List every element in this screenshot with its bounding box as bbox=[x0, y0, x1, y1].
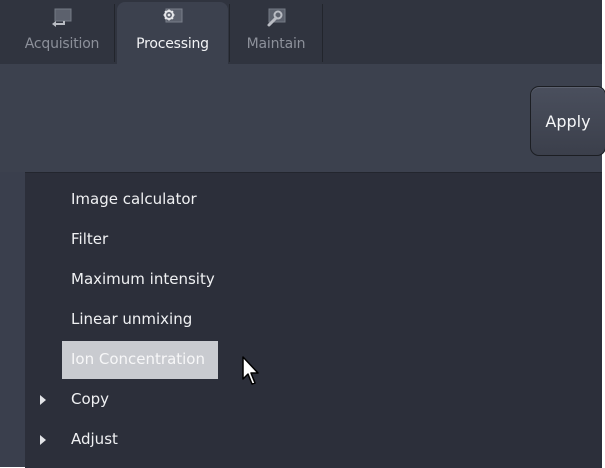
method-group-copy[interactable]: Copy bbox=[25, 381, 602, 419]
tab-divider bbox=[114, 4, 115, 62]
method-label: Linear unmixing bbox=[71, 310, 193, 328]
method-label: Adjust bbox=[71, 430, 118, 448]
gear-icon bbox=[163, 8, 182, 23]
method-maximum-intensity[interactable]: Maximum intensity bbox=[25, 261, 602, 299]
tab-maintain[interactable]: Maintain bbox=[232, 0, 320, 64]
tab-acquisition[interactable]: Acquisition bbox=[13, 0, 111, 64]
tab-label: Processing bbox=[136, 36, 209, 52]
method-linear-unmixing[interactable]: Linear unmixing bbox=[25, 301, 602, 339]
method-label: Filter bbox=[71, 230, 109, 248]
method-ion-concentration[interactable]: Ion Concentration bbox=[25, 341, 602, 379]
method-filter[interactable]: Filter bbox=[25, 221, 602, 259]
wrench-icon bbox=[267, 8, 286, 27]
method-label: Copy bbox=[71, 390, 110, 408]
method-label: Image calculator bbox=[71, 190, 197, 208]
acquisition-icon bbox=[52, 8, 72, 27]
tab-divider bbox=[322, 4, 323, 62]
expand-arrow-icon[interactable] bbox=[40, 435, 46, 445]
tab-processing[interactable]: Processing bbox=[117, 2, 228, 67]
apply-button[interactable]: Apply bbox=[530, 86, 605, 156]
method-list: Image calculator Filter Maximum intensit… bbox=[25, 172, 602, 468]
processing-toolbar: Apply bbox=[0, 64, 605, 172]
method-image-calculator[interactable]: Image calculator bbox=[25, 181, 602, 219]
mouse-pointer-icon bbox=[242, 356, 259, 385]
expand-arrow-icon[interactable] bbox=[40, 395, 46, 405]
processing-window: Acquisition Processing Maintain Apply Im… bbox=[0, 0, 605, 468]
main-tab-bar: Acquisition Processing Maintain bbox=[0, 0, 602, 67]
tab-divider bbox=[229, 4, 230, 62]
method-group-adjust[interactable]: Adjust bbox=[25, 421, 602, 459]
tab-label: Maintain bbox=[246, 36, 306, 52]
method-label: Ion Concentration bbox=[71, 350, 205, 368]
tab-label: Acquisition bbox=[24, 36, 100, 52]
method-label: Maximum intensity bbox=[71, 270, 215, 288]
